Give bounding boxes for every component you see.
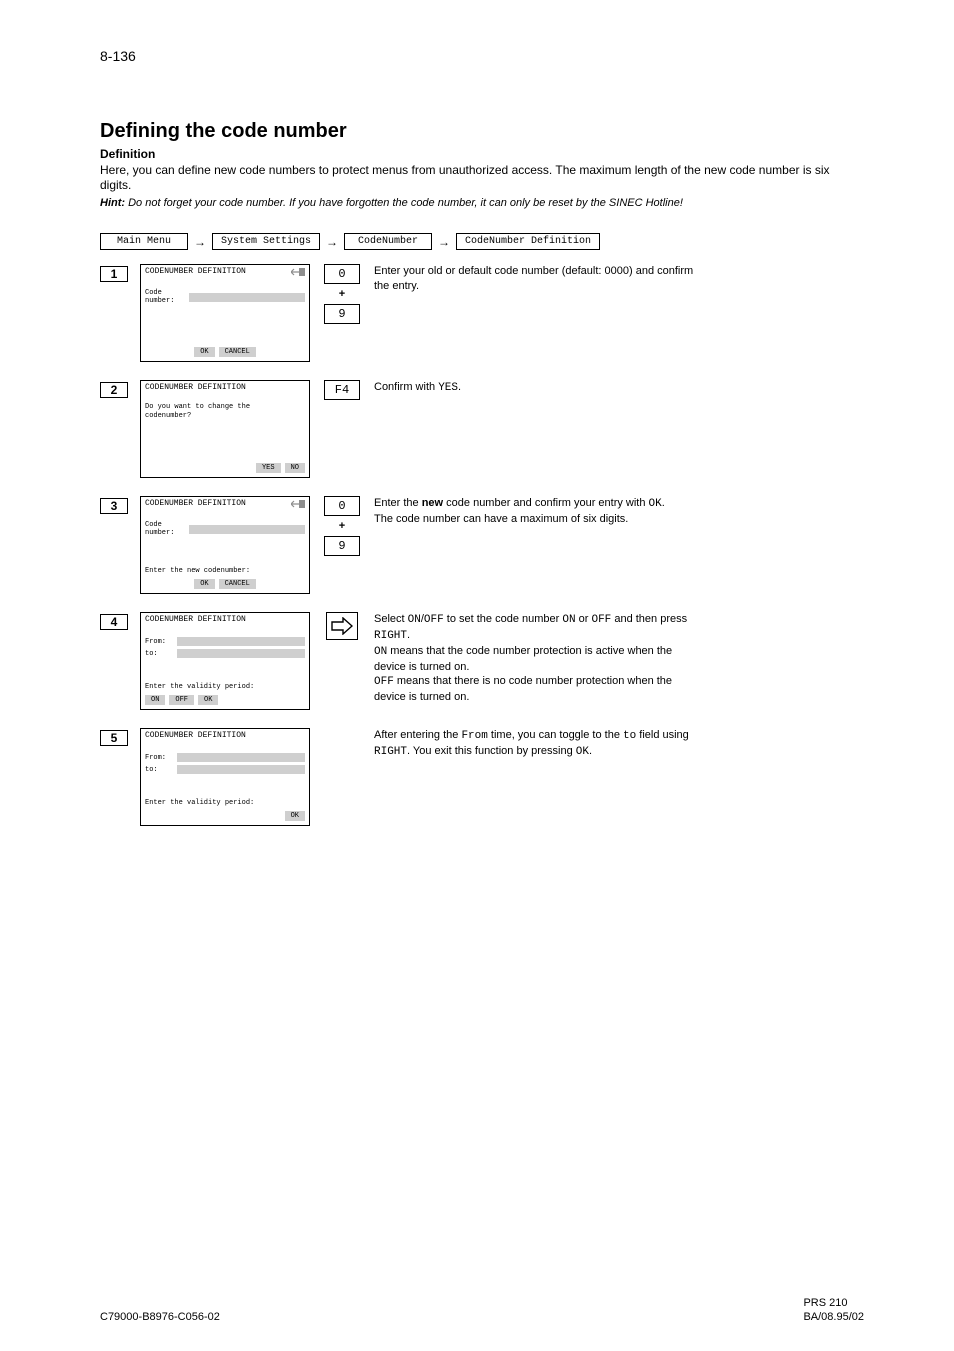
field-label-from: From:	[145, 754, 175, 762]
plus-icon: +	[339, 288, 345, 300]
field-label-to: to:	[145, 766, 175, 774]
definition-description: Here, you can define new code numbers to…	[100, 163, 864, 193]
on-button[interactable]: ON	[145, 695, 165, 705]
screen-step-4: CODENUMBER DEFINITION From: to: Enter th…	[140, 612, 310, 710]
screen-step-3: CODENUMBER DEFINITION Code number: Enter…	[140, 496, 310, 594]
menu-icon	[291, 500, 305, 508]
step-3: 3 CODENUMBER DEFINITION Code number: Ent…	[100, 496, 864, 594]
key-sequence: F4	[322, 380, 362, 400]
to-field[interactable]	[177, 649, 305, 658]
step-number: 4	[100, 614, 128, 630]
prompt-line-2: codenumber?	[145, 412, 305, 421]
from-field[interactable]	[177, 753, 305, 762]
step-text: After entering the From time, you can to…	[374, 728, 694, 760]
page-number: 8-136	[100, 48, 136, 64]
plus-icon: +	[339, 520, 345, 532]
crumb-codenumber: CodeNumber	[344, 233, 432, 250]
from-field[interactable]	[177, 637, 305, 646]
screen-step-2: CODENUMBER DEFINITION Do you want to cha…	[140, 380, 310, 478]
footer-model: PRS 210	[803, 1297, 864, 1309]
screen-step-5: CODENUMBER DEFINITION From: to: Enter th…	[140, 728, 310, 826]
to-field[interactable]	[177, 765, 305, 774]
cancel-button[interactable]: CANCEL	[219, 579, 256, 589]
footer-model-rev: PRS 210 BA/08.95/02	[803, 1297, 864, 1323]
step-4: 4 CODENUMBER DEFINITION From: to: Enter …	[100, 612, 864, 710]
ok-button[interactable]: OK	[194, 347, 214, 357]
chevron-right-icon: →	[438, 236, 450, 248]
step-text: Enter your old or default code number (d…	[374, 264, 694, 294]
input-field[interactable]	[189, 525, 305, 534]
screen-title: CODENUMBER DEFINITION	[145, 267, 305, 276]
step-text: Select ON/OFF to set the code number ON …	[374, 612, 694, 705]
step-1: 1 CODENUMBER DEFINITION Code number: OK …	[100, 264, 864, 362]
arrow-right-key[interactable]	[326, 612, 358, 640]
step-text: Confirm with YES.	[374, 380, 461, 396]
chevron-right-icon: →	[326, 236, 338, 248]
ok-button[interactable]: OK	[198, 695, 218, 705]
crumb-system-settings: System Settings	[212, 233, 320, 250]
page-footer: C79000-B8976-C056-02 PRS 210 BA/08.95/02	[100, 1297, 864, 1323]
key-sequence: 0 + 9	[322, 264, 362, 324]
crumb-codenumber-definition: CodeNumber Definition	[456, 233, 600, 250]
no-button[interactable]: NO	[285, 463, 305, 473]
prompt-line-1: Do you want to change the	[145, 403, 305, 412]
screen-title: CODENUMBER DEFINITION	[145, 499, 305, 508]
prompt-line: Enter the validity period:	[145, 799, 305, 807]
yes-button[interactable]: YES	[256, 463, 281, 473]
screen-title: CODENUMBER DEFINITION	[145, 615, 305, 624]
step-number: 1	[100, 266, 128, 282]
step-text: Enter the new code number and confirm yo…	[374, 496, 665, 527]
key-sequence: 0 + 9	[322, 496, 362, 556]
off-button[interactable]: OFF	[169, 695, 194, 705]
hint: Hint: Do not forget your code number. If…	[100, 197, 864, 209]
prompt-line: Enter the new codenumber:	[145, 567, 305, 575]
screen-title: CODENUMBER DEFINITION	[145, 731, 305, 740]
step-number: 5	[100, 730, 128, 746]
hint-label: Hint:	[100, 197, 125, 209]
field-label-from: From:	[145, 638, 175, 646]
key-f4[interactable]: F4	[324, 380, 360, 400]
key-sequence	[322, 612, 362, 640]
crumb-main-menu: Main Menu	[100, 233, 188, 250]
key-0[interactable]: 0	[324, 264, 360, 284]
footer-doc-id: C79000-B8976-C056-02	[100, 1311, 220, 1323]
step-2: 2 CODENUMBER DEFINITION Do you want to c…	[100, 380, 864, 478]
key-0[interactable]: 0	[324, 496, 360, 516]
footer-rev: BA/08.95/02	[803, 1311, 864, 1323]
cancel-button[interactable]: CANCEL	[219, 347, 256, 357]
key-9[interactable]: 9	[324, 536, 360, 556]
definition-heading: Definition	[100, 147, 864, 161]
field-label: Code number:	[145, 521, 187, 537]
ok-button[interactable]: OK	[194, 579, 214, 589]
screen-step-1: CODENUMBER DEFINITION Code number: OK CA…	[140, 264, 310, 362]
key-9[interactable]: 9	[324, 304, 360, 324]
input-field[interactable]	[189, 293, 305, 302]
prompt-line: Enter the validity period:	[145, 683, 305, 691]
ok-button[interactable]: OK	[285, 811, 305, 821]
screen-title: CODENUMBER DEFINITION	[145, 383, 305, 392]
breadcrumb: Main Menu → System Settings → CodeNumber…	[100, 233, 864, 250]
field-label: Code number:	[145, 289, 187, 305]
field-label-to: to:	[145, 650, 175, 658]
step-5: 5 CODENUMBER DEFINITION From: to: Enter …	[100, 728, 864, 826]
hint-text: Do not forget your code number. If you h…	[128, 197, 683, 209]
step-number: 2	[100, 382, 128, 398]
step-number: 3	[100, 498, 128, 514]
page-title: Defining the code number	[100, 120, 864, 143]
page: 8-136 Defining the code number Definitio…	[0, 0, 954, 1351]
chevron-right-icon: →	[194, 236, 206, 248]
menu-icon	[291, 268, 305, 276]
